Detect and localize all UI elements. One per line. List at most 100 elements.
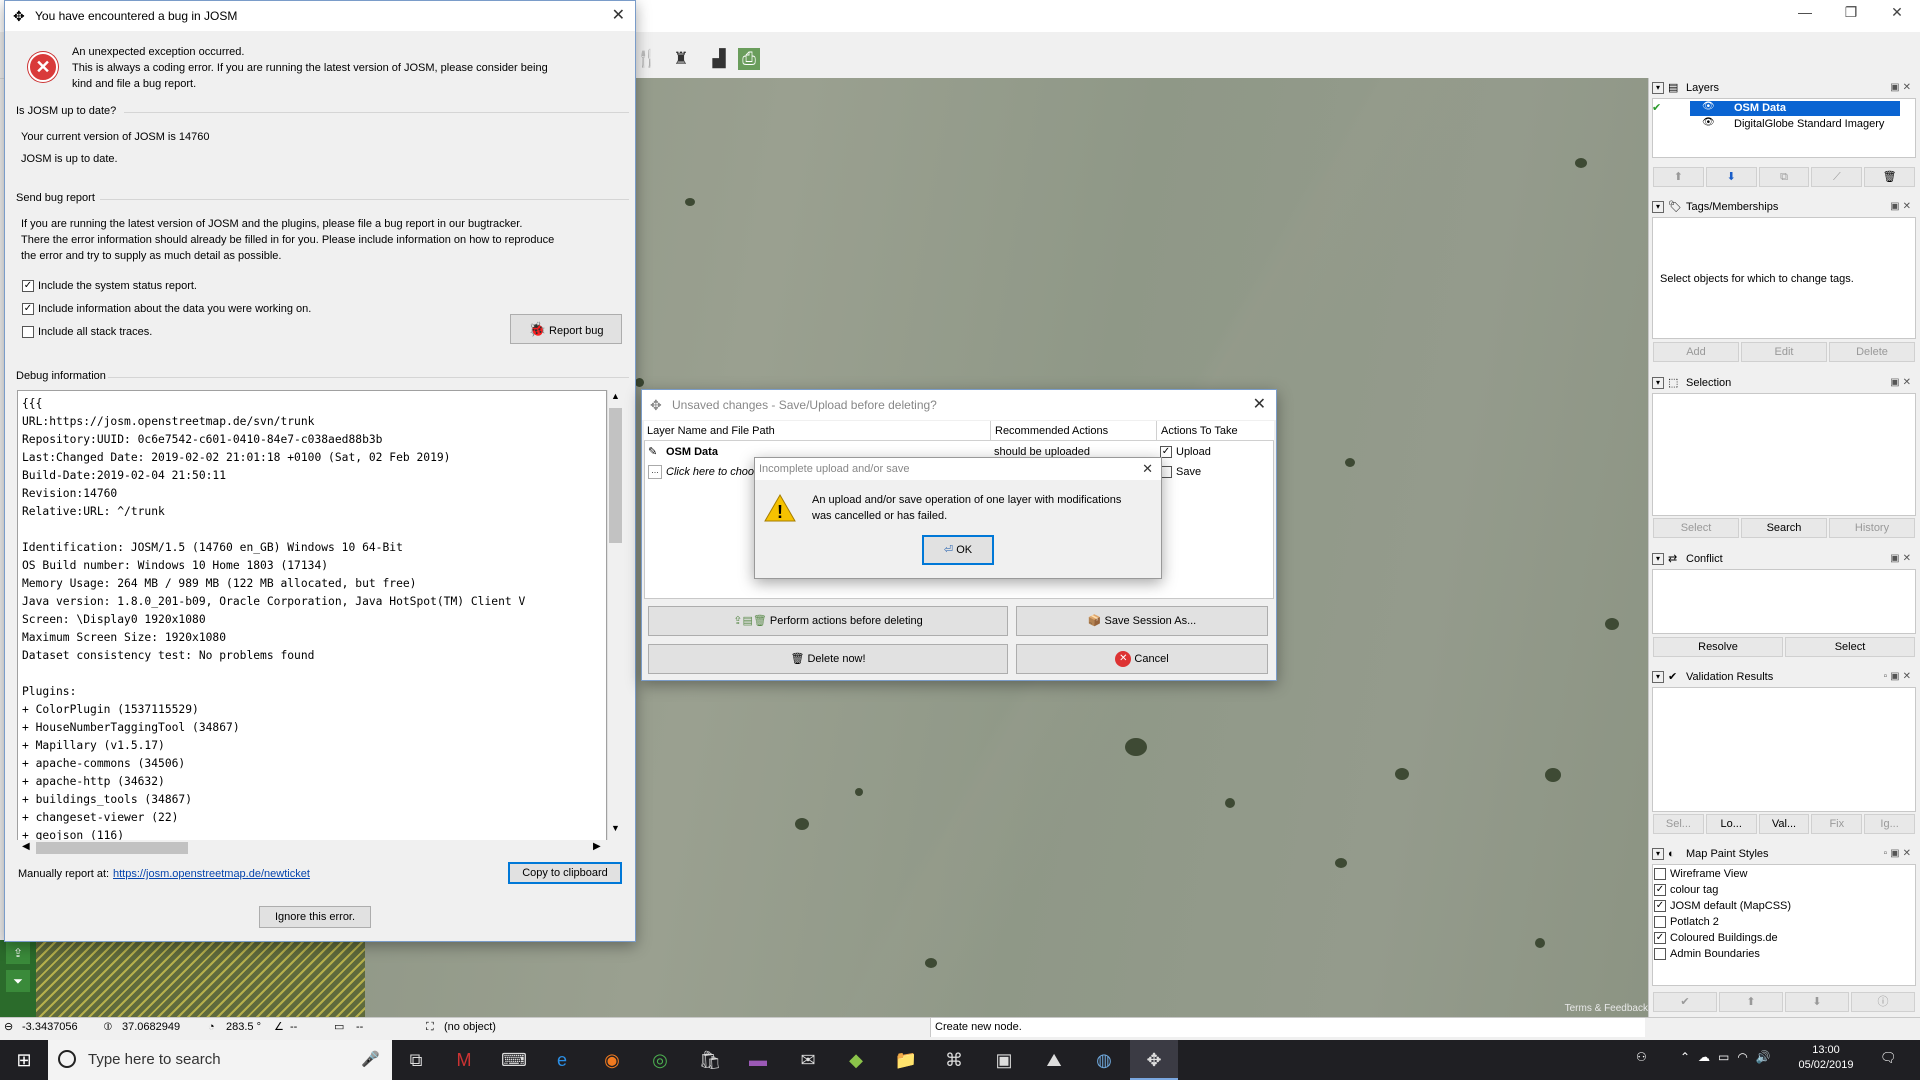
vertical-scroll-thumb[interactable] [609,408,622,543]
chrome-icon[interactable]: ◎ [636,1040,684,1080]
notification-icon[interactable]: 🗨 [1880,1050,1897,1066]
people-icon[interactable]: ⚇ [1636,1050,1647,1064]
collapse-toggle-icon[interactable]: ▾ [1652,377,1664,390]
close-window-button[interactable]: ✕ [1874,0,1920,30]
josm-taskbar-icon[interactable]: ✥ [1130,1040,1178,1080]
eye-icon[interactable]: 👁 [1702,117,1715,128]
mappaint-item[interactable]: Potlatch 2 [1654,914,1719,930]
file-explorer-icon[interactable]: 📁 [882,1040,930,1080]
manual-report-link[interactable]: https://josm.openstreetmap.de/newticket [113,868,310,880]
upload-checkbox[interactable]: ✓ Upload [1160,443,1211,461]
microphone-icon[interactable]: 🎤 [361,1040,380,1080]
purple-app-icon[interactable]: ▬ [734,1040,782,1080]
scroll-left-icon[interactable]: ◀ [22,841,30,852]
move-up-icon[interactable]: ⬆ [1719,992,1783,1012]
imdb-app-icon[interactable]: ▣ [980,1040,1028,1080]
mappaint-item[interactable]: Admin Boundaries [1654,946,1760,962]
search-button[interactable]: Search [1741,518,1827,538]
save-checkbox[interactable]: Save [1160,463,1201,481]
app-icon[interactable]: ⌨ [490,1040,538,1080]
val-validate-button[interactable]: Val... [1758,814,1810,834]
move-up-icon[interactable]: ⬆ [1653,167,1704,187]
include-status-checkbox[interactable]: ✓ Include the system status report. [22,280,197,293]
select-button[interactable]: Select [1653,518,1739,538]
photos-icon[interactable]: ⛰ [1030,1040,1078,1080]
edge-icon[interactable]: e [538,1040,586,1080]
column-header[interactable]: Recommended Actions [990,421,1108,441]
panel-controls[interactable]: ▣✕ [1890,375,1914,391]
windows-start-icon[interactable]: ⊞ [0,1040,48,1080]
column-header[interactable]: Layer Name and File Path [647,421,775,441]
terms-feedback-link[interactable]: Terms & Feedback [1565,1003,1648,1014]
scroll-up-icon[interactable]: ▲ [611,391,620,401]
mappaint-item[interactable]: ✓ JOSM default (MapCSS) [1654,898,1791,914]
collapse-toggle-icon[interactable]: ▾ [1652,848,1664,861]
save-session-button[interactable]: 📦 Save Session As... [1016,606,1268,636]
restore-button[interactable]: ❐ [1828,0,1874,30]
move-down-icon[interactable]: ⬇ [1705,167,1757,187]
collapse-toggle-icon[interactable]: ▾ [1652,553,1664,566]
cancel-button[interactable]: ✕ Cancel [1016,644,1268,674]
scroll-down-icon[interactable]: ▼ [611,823,620,833]
val-ignore-button[interactable]: Ig... [1864,814,1915,834]
include-data-checkbox[interactable]: ✓ Include information about the data you … [22,303,311,316]
layers-app-icon[interactable]: ◆ [832,1040,880,1080]
val-fix-button[interactable]: Fix [1811,814,1863,834]
task-view-icon[interactable]: ⧉ [392,1040,440,1080]
store-icon[interactable]: 🛍 [686,1040,734,1080]
include-stack-checkbox[interactable]: Include all stack traces. [22,326,152,339]
taskbar-search[interactable]: Type here to search 🎤 [48,1040,392,1080]
layers-panel-title[interactable]: ▾ ▤ Layers ▣✕ [1652,80,1918,96]
printer-icon[interactable]: ⎙ [738,48,760,70]
close-icon[interactable]: ✕ [1142,458,1153,480]
val-select-button[interactable]: Sel... [1653,814,1704,834]
val-lookup-button[interactable]: Lo... [1705,814,1757,834]
eye-icon[interactable]: 👁 [1702,101,1715,112]
collapse-toggle-icon[interactable]: ▾ [1652,82,1664,95]
mappaint-panel-title[interactable]: ▾ ◐ Map Paint Styles ▫▣✕ [1652,846,1918,862]
add-tag-button[interactable]: Add [1653,342,1739,362]
horizontal-scroll-thumb[interactable] [36,842,188,854]
perform-actions-button[interactable]: ⇪▤🗑 Perform actions before deleting [648,606,1008,636]
factory-icon[interactable]: ▟ [708,48,730,70]
ok-button[interactable]: ⏎ OK [922,535,994,565]
duplicate-icon[interactable]: ⟋ [1811,167,1863,187]
game-app-icon[interactable]: M [440,1040,488,1080]
filter-icon[interactable]: ⏷ [6,970,30,992]
system-tray-icons[interactable]: ⌃☁▭◠🔊 [1680,1050,1779,1064]
minimize-button[interactable]: — [1782,0,1828,30]
mappaint-item[interactable]: Wireframe View [1654,866,1747,882]
scroll-right-icon[interactable]: ▶ [593,841,601,852]
conflict-panel-title[interactable]: ▾ ⇄ Conflict ▣✕ [1652,551,1918,567]
info-icon[interactable]: ⓘ [1851,992,1915,1012]
close-icon[interactable]: ✕ [1253,390,1266,420]
layer-osm-data[interactable]: OSM Data [1734,100,1786,116]
panel-controls[interactable]: ▫▣✕ [1884,846,1914,862]
validation-panel-title[interactable]: ▾ ✔ Validation Results ▫▣✕ [1652,669,1918,685]
panel-controls[interactable]: ▣✕ [1890,551,1914,567]
close-icon[interactable]: ✕ [612,1,625,31]
clock[interactable]: 13:00 05/02/2019 [1788,1043,1864,1073]
delete-layer-icon[interactable]: 🗑 [1864,167,1915,187]
apply-icon[interactable]: ✔ [1653,992,1717,1012]
file-chooser-icon[interactable]: … [648,465,662,479]
mappaint-item[interactable]: ✓ Coloured Buildings.de [1654,930,1778,946]
panel-controls[interactable]: ▫▣✕ [1884,669,1914,685]
restaurant-icon[interactable]: 🍴 [636,48,658,70]
collapse-toggle-icon[interactable]: ▾ [1652,671,1664,684]
debug-text-area[interactable]: {{{ URL:https://josm.openstreetmap.de/sv… [17,390,607,854]
castle-icon[interactable]: ♜ [670,48,692,70]
panel-controls[interactable]: ▣✕ [1890,80,1914,96]
report-bug-button[interactable]: 🐞 Report bug [510,314,622,344]
delete-tag-button[interactable]: Delete [1829,342,1915,362]
column-header[interactable]: Actions To Take [1156,421,1238,441]
conflict-select-button[interactable]: Select [1785,637,1915,657]
merge-icon[interactable]: ⧉ [1758,167,1810,187]
tags-panel-title[interactable]: ▾ 🏷 Tags/Memberships ▣✕ [1652,199,1918,215]
panel-controls[interactable]: ▣✕ [1890,199,1914,215]
remote-app-icon[interactable]: ◍ [1080,1040,1128,1080]
mail-icon[interactable]: ✉ [784,1040,832,1080]
delete-now-button[interactable]: 🗑 Delete now! [648,644,1008,674]
history-button[interactable]: History [1829,518,1915,538]
firefox-icon[interactable]: ◉ [588,1040,636,1080]
